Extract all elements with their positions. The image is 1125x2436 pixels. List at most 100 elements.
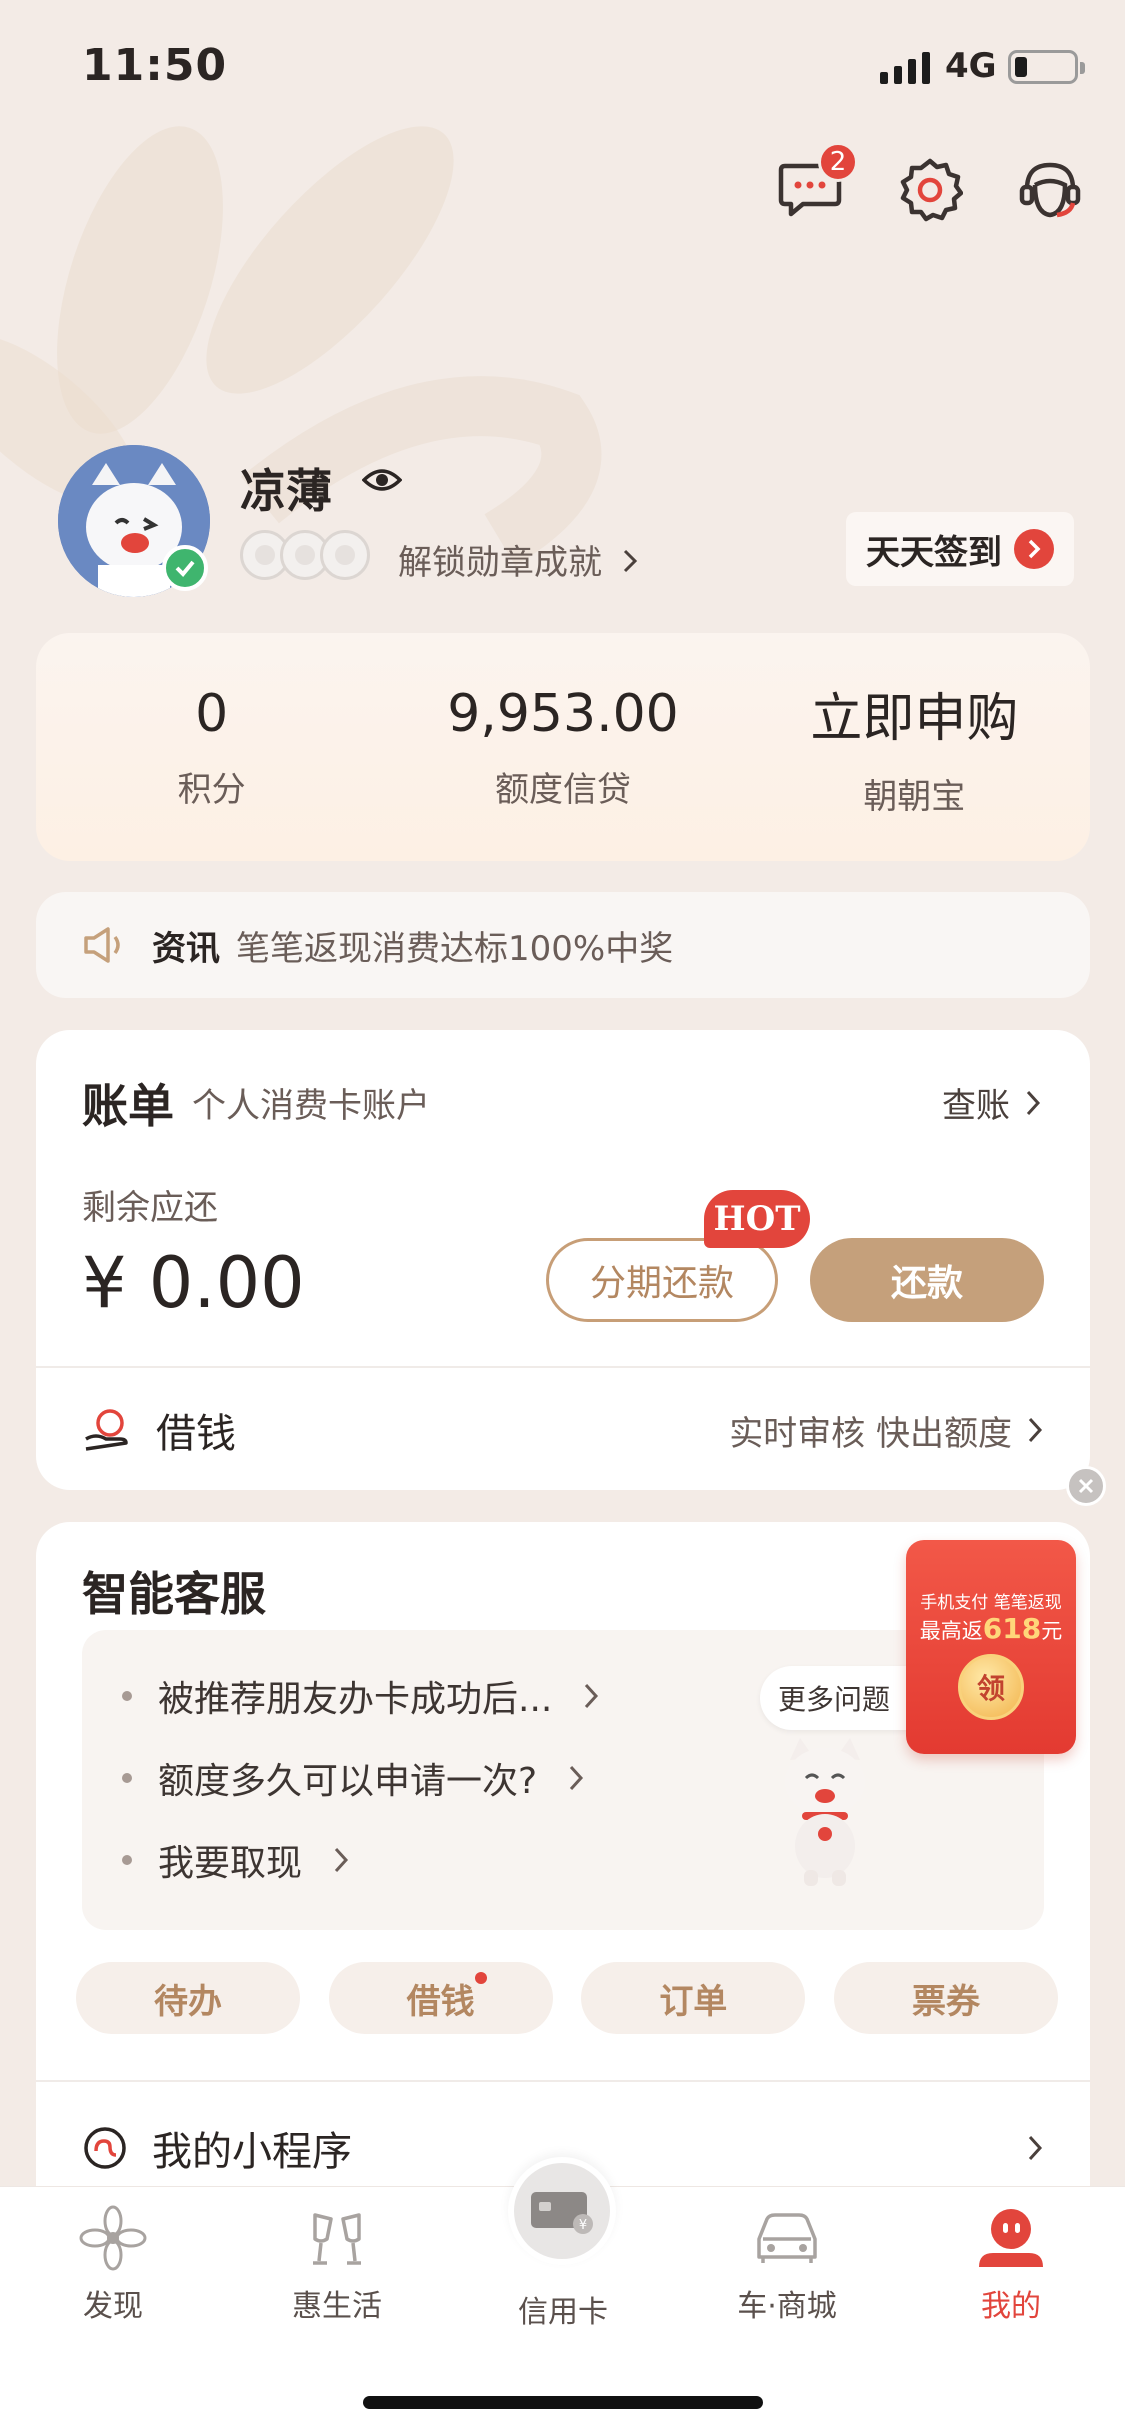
cat-mascot-icon[interactable] xyxy=(770,1730,880,1890)
status-bar: 11:50 4G xyxy=(0,0,1125,132)
promo-amount: 618 xyxy=(982,1612,1042,1645)
stat-label: 额度信贷 xyxy=(494,769,631,810)
chevron-right-icon xyxy=(1028,1417,1043,1443)
news-label: 资讯 xyxy=(152,928,220,969)
stat-label: 朝朝宝 xyxy=(863,777,966,817)
borrow-money-label: 借钱 xyxy=(156,1411,236,1457)
customer-service-button[interactable] xyxy=(1010,150,1090,230)
chip-orders[interactable]: 订单 xyxy=(581,1962,806,2034)
chevron-right-icon xyxy=(623,549,637,573)
credit-card-icon: ¥ xyxy=(514,2163,610,2259)
my-mini-programs-label: 我的小程序 xyxy=(152,2129,352,2175)
bill-subtitle: 个人消费卡账户 xyxy=(192,1086,430,1126)
medal-badges[interactable] xyxy=(240,530,370,580)
tab-mine[interactable]: 我的 xyxy=(926,2205,1096,2325)
medal-icon xyxy=(320,530,370,580)
bill-card: 账单 个人消费卡账户 查账 剩余应还 ¥ 0.00 分期还款 HOT 还款 借钱… xyxy=(36,1030,1090,1490)
message-badge: 2 xyxy=(818,142,858,182)
tab-label: 发现 xyxy=(83,2289,143,2324)
username: 凉薄 xyxy=(240,464,332,518)
tab-discover[interactable]: 发现 xyxy=(28,2205,198,2325)
tab-car-mall[interactable]: 车·商城 xyxy=(702,2205,872,2325)
header-actions: 2 xyxy=(770,142,1100,240)
borrow-money-row[interactable]: 借钱 实时审核 快出额度 xyxy=(82,1390,1044,1470)
account-stats-card: 0 积分 9,953.00 额度信贷 立即申购 朝朝宝 xyxy=(36,633,1090,861)
check-bill-link[interactable]: 查账 xyxy=(942,1078,1042,1127)
stat-label: 积分 xyxy=(177,769,246,810)
stat-value: 0 xyxy=(195,683,229,744)
borrow-money-desc: 实时审核 快出额度 xyxy=(729,1413,1012,1454)
divider xyxy=(36,2080,1090,2082)
promo-prefix: 最高返 xyxy=(919,1619,983,1643)
speaker-icon xyxy=(84,927,120,963)
tab-label: 我的 xyxy=(981,2289,1041,2324)
bullet-dot xyxy=(122,1691,132,1701)
promo-line1: 手机支付 笔笔返现 xyxy=(920,1593,1062,1613)
chip-todo[interactable]: 待办 xyxy=(76,1962,300,2034)
hot-badge: HOT xyxy=(704,1190,810,1248)
chip-borrow-label: 借钱 xyxy=(406,1981,475,2022)
tab-credit-card[interactable]: ¥ xyxy=(508,2157,616,2265)
messages-button[interactable]: 2 xyxy=(770,142,858,230)
news-ticker[interactable]: 资讯 笔笔返现消费达标100%中奖 xyxy=(36,892,1090,998)
daily-signin-button[interactable]: 天天签到 xyxy=(846,512,1074,586)
stat-credit-limit[interactable]: 9,953.00 额度信贷 xyxy=(387,633,738,861)
settings-button[interactable] xyxy=(890,150,970,230)
network-type: 4G xyxy=(945,46,997,86)
divider xyxy=(36,1366,1090,1368)
mini-program-icon xyxy=(84,2127,126,2169)
gear-icon xyxy=(900,158,963,222)
notification-dot xyxy=(474,1972,487,1984)
claim-coin-icon: 领 xyxy=(958,1654,1024,1720)
faq-text: 额度多久可以申请一次? xyxy=(158,1761,538,1802)
promo-suffix: 元 xyxy=(1041,1619,1063,1643)
chevron-right-icon xyxy=(585,1683,599,1709)
profile-face-icon xyxy=(979,2209,1043,2267)
chip-borrow[interactable]: 借钱 xyxy=(328,1962,553,2034)
tab-credit-card-label-wrap[interactable]: 信用卡 xyxy=(478,2287,648,2331)
close-icon xyxy=(1078,1478,1094,1494)
verified-check-icon xyxy=(162,545,208,591)
bill-title: 账单 xyxy=(82,1079,174,1133)
chevron-right-icon xyxy=(1014,529,1054,569)
faq-text: 被推荐朋友办卡成功后... xyxy=(158,1679,553,1720)
news-text: 笔笔返现消费达标100%中奖 xyxy=(236,928,674,969)
service-title: 智能客服 xyxy=(82,1567,266,1621)
home-indicator xyxy=(363,2396,763,2409)
headset-agent-icon xyxy=(1019,162,1081,218)
tab-label: 惠生活 xyxy=(292,2289,382,2324)
red-packet-promo[interactable]: 手机支付 笔笔返现 最高返618元 领 xyxy=(906,1540,1076,1754)
faq-item[interactable]: 额度多久可以申请一次? xyxy=(122,1752,585,1804)
stat-value: 9,953.00 xyxy=(447,683,679,744)
hand-coin-icon xyxy=(85,1409,128,1451)
remaining-due-label: 剩余应还 xyxy=(82,1188,218,1228)
chip-coupons[interactable]: 票券 xyxy=(833,1962,1058,2034)
stat-points[interactable]: 0 积分 xyxy=(36,633,387,861)
unlock-medals-link[interactable]: 解锁勋章成就 xyxy=(398,535,639,584)
chevron-right-icon xyxy=(1026,1090,1041,1115)
faq-item[interactable]: 被推荐朋友办卡成功后... xyxy=(122,1670,600,1722)
cheers-icon xyxy=(313,2213,361,2265)
remaining-due-amount: ¥ 0.00 xyxy=(82,1242,305,1324)
tab-life[interactable]: 惠生活 xyxy=(252,2205,422,2325)
borrow-money-desc-wrap: 实时审核 快出额度 xyxy=(729,1406,1044,1455)
flower-icon xyxy=(79,2205,147,2271)
repay-button[interactable]: 还款 xyxy=(810,1238,1044,1322)
eye-icon[interactable] xyxy=(362,466,402,494)
signal-strength-icon xyxy=(880,50,930,84)
car-icon xyxy=(757,2213,817,2263)
promo-line2: 最高返618元 xyxy=(906,1612,1076,1645)
stat-zhaozhaobao[interactable]: 立即申购 朝朝宝 xyxy=(739,633,1090,861)
unlock-medals-label: 解锁勋章成就 xyxy=(398,543,602,583)
svg-text:¥: ¥ xyxy=(579,2218,587,2233)
daily-signin-label: 天天签到 xyxy=(866,532,1002,573)
chevron-right-icon xyxy=(334,1847,349,1873)
stat-value: 立即申购 xyxy=(810,689,1019,749)
battery-icon xyxy=(1008,50,1085,84)
quick-chips: 待办 借钱 订单 票券 xyxy=(76,1962,1058,2034)
faq-item[interactable]: 我要取现 xyxy=(122,1834,350,1886)
check-bill-label: 查账 xyxy=(942,1086,1010,1126)
close-ad-button[interactable] xyxy=(1066,1466,1106,1506)
bullet-dot xyxy=(122,1855,132,1865)
installment-repay-button[interactable]: 分期还款 xyxy=(546,1238,778,1322)
